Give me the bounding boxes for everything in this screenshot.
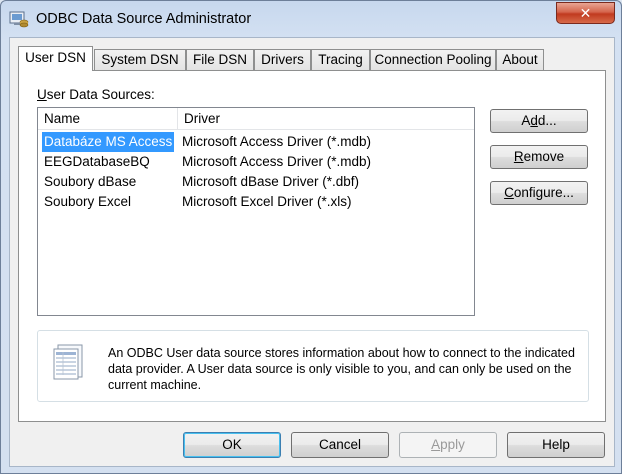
- close-icon: ✕: [579, 5, 592, 21]
- tab-about[interactable]: About: [496, 49, 544, 70]
- list-header: Name Driver: [38, 108, 474, 130]
- odbc-admin-icon: [9, 11, 29, 28]
- row-driver: Microsoft Access Driver (*.mdb): [182, 154, 372, 169]
- close-button[interactable]: ✕: [556, 2, 615, 24]
- ok-button[interactable]: OK: [183, 432, 281, 458]
- user-dsn-panel: User Data Sources: Name Driver Databáze …: [18, 70, 606, 422]
- tab-drivers[interactable]: Drivers: [254, 49, 311, 70]
- column-header-name[interactable]: Name: [38, 108, 177, 130]
- table-row[interactable]: Databáze MS Access Microsoft Access Driv…: [38, 132, 474, 152]
- column-header-driver[interactable]: Driver: [178, 108, 474, 130]
- user-data-sources-label: User Data Sources:: [37, 87, 155, 102]
- tab-tracing[interactable]: Tracing: [311, 49, 370, 70]
- table-row[interactable]: EEGDatabaseBQ Microsoft Access Driver (*…: [38, 152, 474, 172]
- row-driver: Microsoft Excel Driver (*.xls): [182, 194, 352, 209]
- row-name: EEGDatabaseBQ: [44, 154, 150, 169]
- remove-button[interactable]: Remove: [490, 145, 588, 169]
- help-button[interactable]: Help: [507, 432, 605, 458]
- dialog-client-area: User DSN System DSN File DSN Drivers Tra…: [9, 37, 615, 467]
- row-driver: Microsoft dBase Driver (*.dbf): [182, 174, 360, 189]
- table-row[interactable]: Soubory dBase Microsoft dBase Driver (*.…: [38, 172, 474, 192]
- info-box: An ODBC User data source stores informat…: [37, 330, 589, 402]
- cancel-button[interactable]: Cancel: [291, 432, 389, 458]
- odbc-admin-window: ODBC Data Source Administrator ✕ User DS…: [0, 0, 622, 474]
- add-button[interactable]: Add...: [490, 109, 588, 133]
- tab-file-dsn[interactable]: File DSN: [186, 49, 254, 70]
- row-name: Databáze MS Access: [42, 132, 175, 152]
- row-name: Soubory Excel: [44, 194, 132, 209]
- info-description: An ODBC User data source stores informat…: [108, 346, 575, 392]
- tab-system-dsn[interactable]: System DSN: [94, 49, 186, 70]
- tab-connection-pooling[interactable]: Connection Pooling: [370, 49, 496, 70]
- title-bar[interactable]: ODBC Data Source Administrator ✕: [1, 1, 621, 37]
- user-data-sources-list[interactable]: Name Driver Databáze MS Access Microsoft…: [37, 107, 475, 316]
- configure-button[interactable]: Configure...: [490, 181, 588, 205]
- row-name: Soubory dBase: [44, 174, 137, 189]
- tab-user-dsn[interactable]: User DSN: [18, 46, 93, 71]
- row-driver: Microsoft Access Driver (*.mdb): [182, 134, 372, 149]
- table-row[interactable]: Soubory Excel Microsoft Excel Driver (*.…: [38, 192, 474, 212]
- apply-button[interactable]: Apply: [399, 432, 497, 458]
- window-title: ODBC Data Source Administrator: [36, 11, 252, 27]
- data-source-document-icon: [53, 344, 83, 380]
